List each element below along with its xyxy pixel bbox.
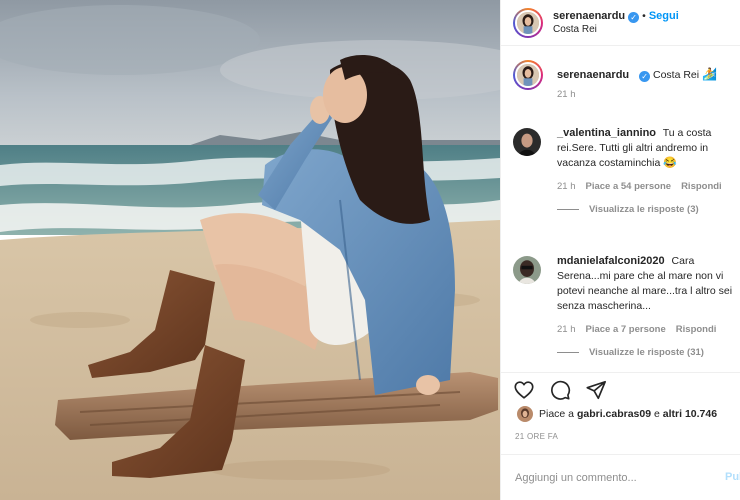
post-timestamp[interactable]: 21 ORE FA	[515, 432, 558, 441]
beach-photo-illustration	[0, 0, 500, 500]
comment-time[interactable]: 21 h	[557, 181, 576, 192]
comment-input[interactable]	[515, 471, 720, 484]
paper-plane-icon[interactable]	[585, 379, 607, 401]
replies-divider	[557, 352, 579, 353]
publish-button[interactable]: Pubblica	[725, 471, 740, 483]
comment-item: _valentina_iannino Tu a costa rei.Sere. …	[501, 126, 740, 238]
liker-username[interactable]: gabri.cabras09	[577, 408, 651, 420]
reply-button[interactable]: Rispondi	[676, 324, 717, 335]
view-replies-label: Visualizza le risposte (3)	[589, 204, 699, 215]
comments-list[interactable]: serenaenardu ✓ Costa Rei 🏄 21 h _valenti…	[501, 58, 740, 368]
caption-text: Costa Rei	[653, 69, 700, 81]
verified-badge-icon: ✓	[639, 71, 651, 82]
comment-time[interactable]: 21 h	[557, 324, 576, 335]
likes-summary[interactable]: Piace a gabri.cabras09 e altri 10.746	[517, 406, 740, 422]
comment-username[interactable]: _valentina_iannino	[557, 127, 656, 139]
replies-divider	[557, 209, 579, 210]
add-comment-bar: Pubblica	[501, 454, 740, 500]
follow-button[interactable]: Segui	[649, 10, 679, 22]
post-header: serenaenardu ✓ • Segui Costa Rei	[501, 0, 740, 46]
author-avatar[interactable]	[513, 7, 543, 38]
reply-button[interactable]: Rispondi	[681, 181, 722, 192]
commenter-avatar-image	[513, 128, 541, 156]
commenter-avatar[interactable]	[513, 128, 541, 156]
author-username[interactable]: serenaenardu	[553, 10, 625, 22]
surfer-emoji: 🏄	[702, 67, 717, 81]
caption-avatar-image	[517, 64, 539, 86]
likes-prefix: Piace a	[539, 408, 575, 420]
liker-avatar-image	[517, 406, 533, 422]
view-replies-button[interactable]: Visualizze le risposte (31)	[557, 347, 733, 358]
commenter-avatar[interactable]	[513, 256, 541, 284]
caption-time[interactable]: 21 h	[557, 89, 576, 100]
laughing-emoji: 😂	[663, 157, 677, 169]
caption-username[interactable]: serenaenardu	[557, 69, 629, 81]
comment-item: mdanielafalconi2020 Cara Serena...mi par…	[501, 254, 740, 358]
likes-conjunction: e	[654, 408, 660, 420]
verified-badge-icon: ✓	[628, 11, 640, 23]
commenter-avatar-image	[513, 256, 541, 284]
likes-others-count[interactable]: altri 10.746	[663, 408, 717, 420]
separator-dot: •	[642, 9, 646, 22]
liker-avatar	[517, 406, 533, 422]
post-side-panel: serenaenardu ✓ • Segui Costa Rei serenaenar	[500, 0, 740, 500]
view-replies-label: Visualizze le risposte (31)	[589, 347, 704, 358]
caption-row: serenaenardu ✓ Costa Rei 🏄 21 h	[501, 58, 740, 116]
comment-username[interactable]: mdanielafalconi2020	[557, 255, 665, 267]
post-photo[interactable]	[0, 0, 500, 500]
location-link[interactable]: Costa Rei	[553, 23, 679, 36]
view-replies-button[interactable]: Visualizza le risposte (3)	[557, 204, 733, 215]
heart-icon[interactable]	[513, 379, 535, 401]
comment-bubble-icon[interactable]	[549, 379, 571, 401]
author-avatar-image	[517, 11, 539, 34]
post-actions-bar	[501, 372, 740, 406]
caption-avatar[interactable]	[513, 60, 543, 90]
comment-likes-count[interactable]: Piace a 54 persone	[586, 181, 672, 192]
comment-likes-count[interactable]: Piace a 7 persone	[586, 324, 666, 335]
